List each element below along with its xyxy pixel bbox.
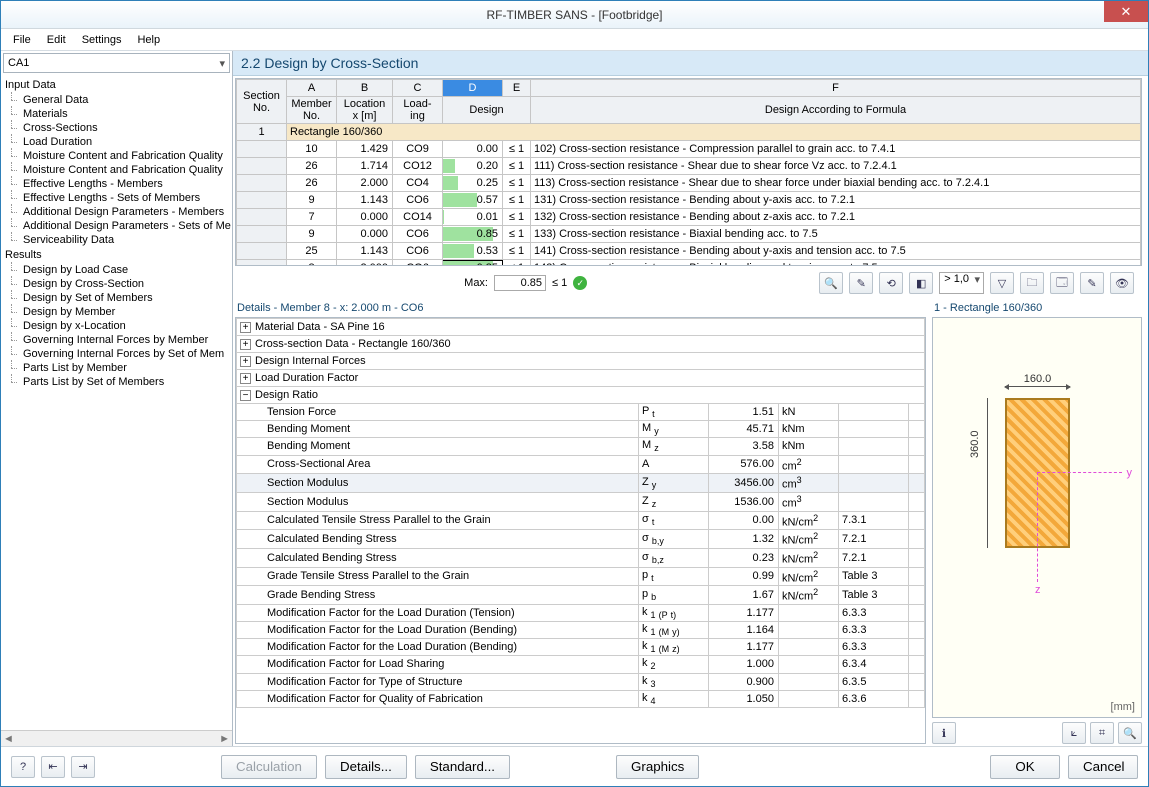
- close-button[interactable]: ✕: [1104, 1, 1148, 22]
- window-title: RF-TIMBER SANS - [Footbridge]: [1, 8, 1148, 22]
- nav-next-icon[interactable]: ⇥: [71, 756, 95, 778]
- tree-item[interactable]: Serviceability Data: [1, 233, 232, 247]
- detail-group[interactable]: −Design Ratio: [237, 387, 925, 404]
- nav-prev-icon[interactable]: ⇤: [41, 756, 65, 778]
- details-button[interactable]: Details...: [325, 755, 407, 779]
- footer: ? ⇤ ⇥ Calculation Details... Standard...…: [1, 746, 1148, 786]
- detail-row[interactable]: Calculated Bending Stressσ b,z0.23kN/cm2…: [237, 548, 925, 567]
- tool-icon-7[interactable]: ✎: [1080, 272, 1104, 294]
- tool-icon-5[interactable]: 🗀: [1020, 272, 1044, 294]
- menu-file[interactable]: File: [7, 32, 37, 48]
- preview-tool-1[interactable]: ⟀: [1062, 722, 1086, 744]
- case-combo[interactable]: CA1: [3, 53, 230, 73]
- filter-icon[interactable]: ▽: [990, 272, 1014, 294]
- detail-row[interactable]: Modification Factor for the Load Duratio…: [237, 639, 925, 656]
- detail-group[interactable]: +Load Duration Factor: [237, 370, 925, 387]
- tree-item[interactable]: Design by Set of Members: [1, 291, 232, 305]
- table-row[interactable]: 251.143CO60.53≤ 1141) Cross-section resi…: [237, 243, 1141, 260]
- tree-input-header[interactable]: Input Data: [1, 77, 232, 93]
- tree-item[interactable]: Additional Design Parameters - Sets of M…: [1, 219, 232, 233]
- table-row[interactable]: 261.714CO120.20≤ 1111) Cross-section res…: [237, 158, 1141, 175]
- tree-item[interactable]: Materials: [1, 107, 232, 121]
- help-icon[interactable]: ?: [11, 756, 35, 778]
- menu-help[interactable]: Help: [131, 32, 166, 48]
- menubar: File Edit Settings Help: [1, 29, 1148, 51]
- axis-z: [1037, 472, 1038, 582]
- tree-item[interactable]: Parts List by Set of Members: [1, 375, 232, 389]
- tool-icon-6[interactable]: 🗔: [1050, 272, 1074, 294]
- detail-row[interactable]: Bending MomentM z3.58kNm: [237, 438, 925, 455]
- details-table[interactable]: +Material Data - SA Pine 16+Cross-sectio…: [235, 317, 926, 744]
- menu-edit[interactable]: Edit: [41, 32, 72, 48]
- table-row[interactable]: 70.000CO140.01≤ 1132) Cross-section resi…: [237, 209, 1141, 226]
- detail-row[interactable]: Tension ForceP t1.51kN: [237, 404, 925, 421]
- tree-item[interactable]: Additional Design Parameters - Members: [1, 205, 232, 219]
- ok-button[interactable]: OK: [990, 755, 1060, 779]
- max-row: Max: 0.85 ≤ 1 ✓ 🔍 ✎ ⟲ ◧ > 1,0 ▽ 🗀 🗔 ✎ 👁: [235, 266, 1142, 298]
- tree-hscroll[interactable]: ◄►: [1, 730, 232, 746]
- ok-icon: ✓: [573, 276, 587, 290]
- tree-item[interactable]: Parts List by Member: [1, 361, 232, 375]
- graphics-button[interactable]: Graphics: [616, 755, 699, 779]
- table-row[interactable]: 91.143CO60.57≤ 1131) Cross-section resis…: [237, 192, 1141, 209]
- detail-row[interactable]: Grade Bending Stressp b1.67kN/cm2Table 3: [237, 586, 925, 605]
- cancel-button[interactable]: Cancel: [1068, 755, 1138, 779]
- detail-row[interactable]: Modification Factor for Type of Structur…: [237, 673, 925, 690]
- details-title: Details - Member 8 - x: 2.000 m - CO6: [235, 300, 926, 317]
- detail-row[interactable]: Modification Factor for the Load Duratio…: [237, 622, 925, 639]
- tree-item[interactable]: Effective Lengths - Sets of Members: [1, 191, 232, 205]
- section-row[interactable]: Rectangle 160/360: [287, 124, 1141, 141]
- standard-button[interactable]: Standard...: [415, 755, 510, 779]
- calculation-button[interactable]: Calculation: [221, 755, 317, 779]
- tool-icon-1[interactable]: 🔍: [819, 272, 843, 294]
- tool-icon-2[interactable]: ✎: [849, 272, 873, 294]
- filter-combo[interactable]: > 1,0: [939, 272, 984, 294]
- detail-row[interactable]: Calculated Tensile Stress Parallel to th…: [237, 511, 925, 530]
- table-row[interactable]: 101.429CO90.00≤ 1102) Cross-section resi…: [237, 141, 1141, 158]
- preview-tool-2[interactable]: ⌗: [1090, 722, 1114, 744]
- tree-item[interactable]: Design by Cross-Section: [1, 277, 232, 291]
- menu-settings[interactable]: Settings: [76, 32, 128, 48]
- table-row[interactable]: 90.000CO60.85≤ 1133) Cross-section resis…: [237, 226, 1141, 243]
- titlebar: RF-TIMBER SANS - [Footbridge] ✕: [1, 1, 1148, 29]
- section-header: 2.2 Design by Cross-Section: [233, 51, 1148, 76]
- tree-item[interactable]: Load Duration: [1, 135, 232, 149]
- tree-results-header[interactable]: Results: [1, 247, 232, 263]
- tree-item[interactable]: Design by Member: [1, 305, 232, 319]
- detail-row[interactable]: Grade Tensile Stress Parallel to the Gra…: [237, 567, 925, 586]
- detail-row[interactable]: Bending MomentM y45.71kNm: [237, 421, 925, 438]
- detail-row[interactable]: Modification Factor for the Load Duratio…: [237, 604, 925, 621]
- preview-box[interactable]: 160.0 360.0 [mm]: [932, 317, 1142, 718]
- tree-item[interactable]: Moisture Content and Fabrication Quality: [1, 149, 232, 163]
- detail-row[interactable]: Section ModulusZ y3456.00cm3: [237, 474, 925, 493]
- tree-item[interactable]: Cross-Sections: [1, 121, 232, 135]
- detail-row[interactable]: Modification Factor for Load Sharingk 21…: [237, 656, 925, 673]
- results-grid[interactable]: SectionNo. A B C D E F MemberNo. Locatio…: [235, 78, 1142, 266]
- nav-tree: Input Data General DataMaterialsCross-Se…: [1, 75, 232, 730]
- detail-group[interactable]: +Material Data - SA Pine 16: [237, 319, 925, 336]
- tree-item[interactable]: Governing Internal Forces by Member: [1, 333, 232, 347]
- max-value: 0.85: [494, 275, 546, 291]
- tree-item[interactable]: Design by Load Case: [1, 263, 232, 277]
- tree-item[interactable]: General Data: [1, 93, 232, 107]
- tree-item[interactable]: Effective Lengths - Members: [1, 177, 232, 191]
- tool-icon-3[interactable]: ⟲: [879, 272, 903, 294]
- tree-item[interactable]: Moisture Content and Fabrication Quality: [1, 163, 232, 177]
- detail-row[interactable]: Modification Factor for Quality of Fabri…: [237, 690, 925, 707]
- preview-title: 1 - Rectangle 160/360: [932, 300, 1142, 317]
- detail-row[interactable]: Section ModulusZ z1536.00cm3: [237, 492, 925, 511]
- table-row[interactable]: 82.000CO60.85≤ 1143) Cross-section resis…: [237, 260, 1141, 267]
- eye-icon[interactable]: 👁: [1110, 272, 1134, 294]
- axis-y: [1037, 472, 1122, 473]
- tree-item[interactable]: Governing Internal Forces by Set of Mem: [1, 347, 232, 361]
- preview-tool-3[interactable]: 🔍: [1118, 722, 1142, 744]
- detail-row[interactable]: Calculated Bending Stressσ b,y1.32kN/cm2…: [237, 530, 925, 549]
- info-icon[interactable]: ℹ: [932, 722, 956, 744]
- detail-group[interactable]: +Cross-section Data - Rectangle 160/360: [237, 336, 925, 353]
- tool-icon-4[interactable]: ◧: [909, 272, 933, 294]
- table-row[interactable]: 262.000CO40.25≤ 1113) Cross-section resi…: [237, 175, 1141, 192]
- tree-item[interactable]: Design by x-Location: [1, 319, 232, 333]
- detail-row[interactable]: Cross-Sectional AreaA576.00cm2: [237, 455, 925, 474]
- detail-group[interactable]: +Design Internal Forces: [237, 353, 925, 370]
